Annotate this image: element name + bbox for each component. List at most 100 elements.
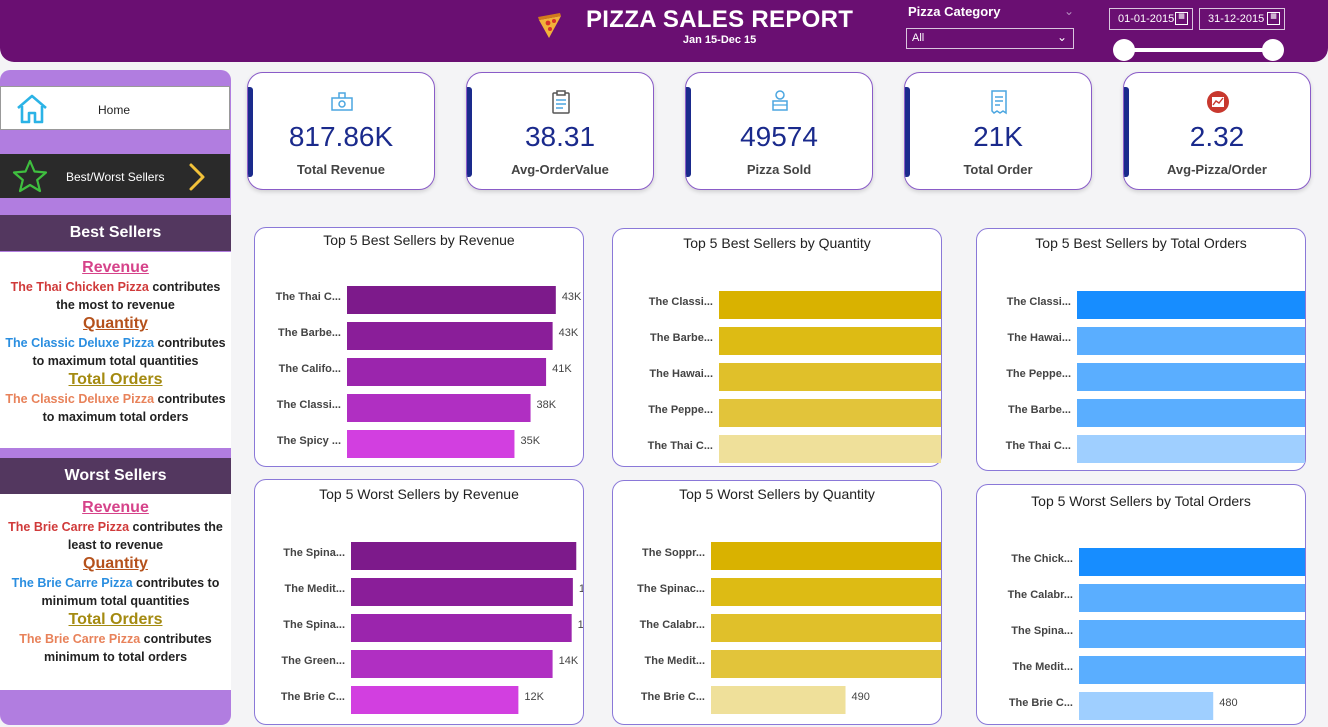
worst-revenue-text: The Brie Carre Pizza contributes the leas… xyxy=(0,518,231,554)
bar[interactable] xyxy=(711,686,846,714)
category-label: The Califo... xyxy=(279,363,341,375)
category-label: The Classi... xyxy=(277,399,341,411)
bar[interactable] xyxy=(351,614,572,642)
worst-sellers-header: Worst Sellers xyxy=(0,458,231,494)
money-icon xyxy=(331,92,353,111)
category-label: The Barbe... xyxy=(1008,404,1071,416)
category-label: The Brie C... xyxy=(641,691,705,703)
worst-quantity-rest: contributes to xyxy=(136,576,220,590)
bar[interactable] xyxy=(347,322,553,350)
bar[interactable] xyxy=(719,435,941,463)
bar[interactable] xyxy=(711,578,941,606)
chevron-down-icon: ⌄ xyxy=(1056,30,1067,44)
bar[interactable] xyxy=(347,358,547,386)
bar[interactable] xyxy=(1079,656,1305,684)
bar[interactable] xyxy=(719,399,941,427)
best-quantity-title: Quantity xyxy=(83,315,148,332)
bar[interactable] xyxy=(1077,435,1305,463)
bar[interactable] xyxy=(1079,548,1305,576)
best-revenue-rest: contributes xyxy=(152,280,221,294)
data-label: 490 xyxy=(852,691,870,703)
bar[interactable] xyxy=(1077,291,1305,319)
best-orders-rest: contributes xyxy=(157,392,226,406)
data-label: 38K xyxy=(537,399,557,411)
bar[interactable] xyxy=(1077,327,1305,355)
bar[interactable] xyxy=(351,650,553,678)
slider-end-handle[interactable] xyxy=(1262,39,1284,61)
report-header: PIZZA SALES REPORT Jan 15-Dec 15 Pizza C… xyxy=(0,0,1328,62)
best-sellers-header: Best Sellers xyxy=(0,215,231,251)
category-label: The Thai C... xyxy=(1006,440,1071,452)
calendar-icon[interactable]: ▦ xyxy=(1175,12,1188,25)
kpi-label: Total Revenue xyxy=(297,162,385,177)
category-label: The Soppr... xyxy=(642,547,705,559)
bar[interactable] xyxy=(347,394,531,422)
best-revenue-pizza: The Thai Chicken Pizza xyxy=(10,280,149,294)
nav-best-worst-label: Best/Worst Sellers xyxy=(66,170,165,184)
best-revenue-line2: the most to revenue xyxy=(56,298,175,312)
kpi-label: Total Order xyxy=(963,162,1033,177)
delivery-icon xyxy=(772,90,788,111)
bar[interactable] xyxy=(1077,399,1305,427)
bar[interactable] xyxy=(1079,620,1305,648)
best-quantity-rest: contributes xyxy=(157,336,226,350)
slider-start-handle[interactable] xyxy=(1113,39,1135,61)
data-label: 15K xyxy=(578,619,583,631)
bar[interactable] xyxy=(351,686,519,714)
kpi-value: 21K xyxy=(973,121,1023,152)
data-label: 12K xyxy=(524,691,544,703)
worst-revenue-rest: contributes the xyxy=(132,520,223,534)
bar[interactable] xyxy=(351,578,573,606)
category-label: The Medit... xyxy=(285,583,346,595)
category-label: The Hawai... xyxy=(1007,332,1071,344)
bar[interactable] xyxy=(1079,692,1214,720)
category-label: The Spina... xyxy=(283,547,345,559)
chart-best-revenue: Top 5 Best Sellers by Revenue The Thai C… xyxy=(254,227,584,467)
kpi-card-pizza-sold: 49574 Pizza Sold xyxy=(685,72,873,190)
bar-chart-plot: The Spina... 16K The Medit... 15K The Spina.… xyxy=(281,542,583,714)
kpi-card-total-order: 21K Total Order xyxy=(904,72,1092,190)
best-revenue-text: The Thai Chicken Pizza contributes the mo… xyxy=(0,278,231,314)
worst-revenue-line2: least to revenue xyxy=(67,538,164,552)
bar[interactable] xyxy=(719,327,941,355)
bar[interactable] xyxy=(711,614,941,642)
nav-best-worst-button[interactable]: Best/Worst Sellers xyxy=(0,154,230,198)
home-icon xyxy=(17,94,47,124)
bar[interactable] xyxy=(351,542,577,570)
best-sellers-summary: Revenue The Thai Chicken Pizza contribut… xyxy=(0,252,231,448)
bar[interactable] xyxy=(1077,363,1305,391)
date-range-slider[interactable] xyxy=(1124,48,1272,52)
data-label: 35K xyxy=(520,435,540,447)
category-label: The Calabr... xyxy=(1008,589,1073,601)
data-label: 14K xyxy=(559,655,579,667)
category-label: The Classi... xyxy=(1007,296,1071,308)
start-date-input[interactable]: 01-01-2015 ▦ xyxy=(1109,8,1193,30)
category-label: The Medit... xyxy=(645,655,706,667)
worst-quantity-pizza: The Brie Carre Pizza xyxy=(11,576,133,590)
bar[interactable] xyxy=(719,363,941,391)
bar[interactable] xyxy=(347,286,556,314)
data-label: 41K xyxy=(552,363,572,375)
worst-quantity-line2: minimum total quantities xyxy=(41,594,190,608)
receipt-icon xyxy=(991,90,1007,115)
bar[interactable] xyxy=(711,650,941,678)
worst-revenue-title: Revenue xyxy=(82,499,149,516)
kpi-value: 38.31 xyxy=(524,121,596,152)
category-select[interactable]: All ⌄ xyxy=(906,28,1074,49)
category-label: The Brie C... xyxy=(1009,697,1073,709)
nav-home-label: Home xyxy=(98,103,131,117)
kpi-label: Avg-Pizza/Order xyxy=(1167,162,1267,177)
bar[interactable] xyxy=(719,291,941,319)
bar[interactable] xyxy=(711,542,941,570)
bar[interactable] xyxy=(347,430,515,458)
calendar-icon[interactable]: ▦ xyxy=(1267,12,1280,25)
chevron-down-icon[interactable]: ⌄ xyxy=(1064,4,1074,18)
best-orders-pizza: The Classic Deluxe Pizza xyxy=(5,392,155,406)
best-quantity-line2: to maximum total quantities xyxy=(32,354,199,368)
category-select-value: All xyxy=(912,32,925,44)
nav-home-button[interactable]: Home xyxy=(0,86,230,130)
bar[interactable] xyxy=(1079,584,1305,612)
category-filter-label: Pizza Category xyxy=(908,4,1001,19)
end-date-input[interactable]: 31-12-2015 ▦ xyxy=(1199,8,1285,30)
best-orders-text: The Classic Deluxe Pizza contributes to m… xyxy=(0,390,231,426)
